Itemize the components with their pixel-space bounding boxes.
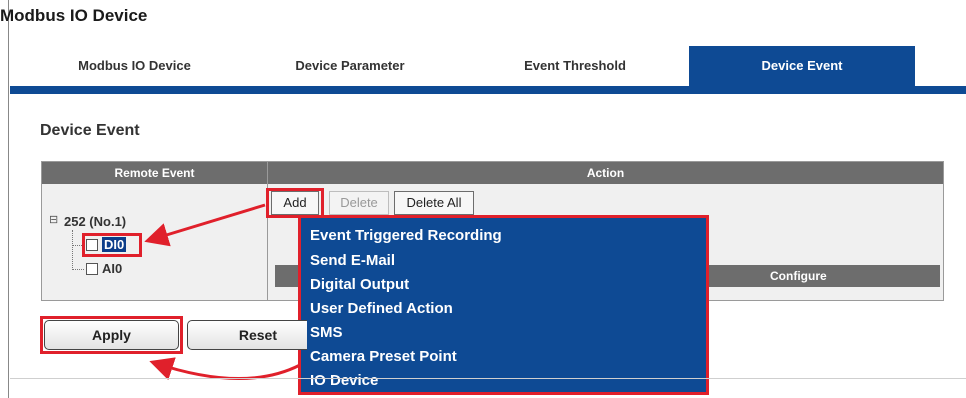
tree-connector xyxy=(72,269,84,270)
remote-event-header: Remote Event xyxy=(42,162,267,184)
configure-label: Configure xyxy=(770,269,827,283)
tab-event-threshold[interactable]: Event Threshold xyxy=(495,46,655,86)
delete-button[interactable]: Delete xyxy=(329,191,389,215)
page-title: Modbus IO Device xyxy=(0,6,148,25)
page-left-border xyxy=(8,0,9,398)
tab-modbus-io-device[interactable]: Modbus IO Device xyxy=(62,46,207,86)
menu-item-event-triggered-recording[interactable]: Event Triggered Recording xyxy=(310,227,502,244)
tree-node-ai0[interactable]: AI0 xyxy=(102,261,122,276)
delete-all-button[interactable]: Delete All xyxy=(394,191,474,215)
ai0-checkbox[interactable] xyxy=(86,263,98,275)
arrow-to-apply-icon xyxy=(149,357,301,381)
tree-collapse-icon[interactable]: ⊟ xyxy=(49,214,58,226)
arrow-to-di0-icon xyxy=(144,203,266,247)
tree-node-di0[interactable]: DI0 xyxy=(102,237,127,252)
di0-checkbox[interactable] xyxy=(86,239,98,251)
tab-underline-bar xyxy=(10,86,966,94)
menu-item-user-defined-action[interactable]: User Defined Action xyxy=(310,300,453,317)
menu-item-send-email[interactable]: Send E-Mail xyxy=(310,252,395,269)
tree-connector xyxy=(72,230,73,270)
menu-item-io-device[interactable]: IO Device xyxy=(310,372,378,389)
section-title: Device Event xyxy=(40,122,140,139)
tab-device-parameter[interactable]: Device Parameter xyxy=(270,46,430,86)
bottom-divider xyxy=(10,378,966,379)
menu-item-sms[interactable]: SMS xyxy=(310,324,343,341)
action-header: Action xyxy=(268,162,943,184)
tab-device-event[interactable]: Device Event xyxy=(689,46,915,86)
action-dropdown-menu[interactable]: Event Triggered Recording Send E-Mail Di… xyxy=(298,215,709,395)
menu-item-digital-output[interactable]: Digital Output xyxy=(310,276,409,293)
tree-node-device[interactable]: 252 (No.1) xyxy=(64,214,126,229)
menu-item-camera-preset-point[interactable]: Camera Preset Point xyxy=(310,348,457,365)
